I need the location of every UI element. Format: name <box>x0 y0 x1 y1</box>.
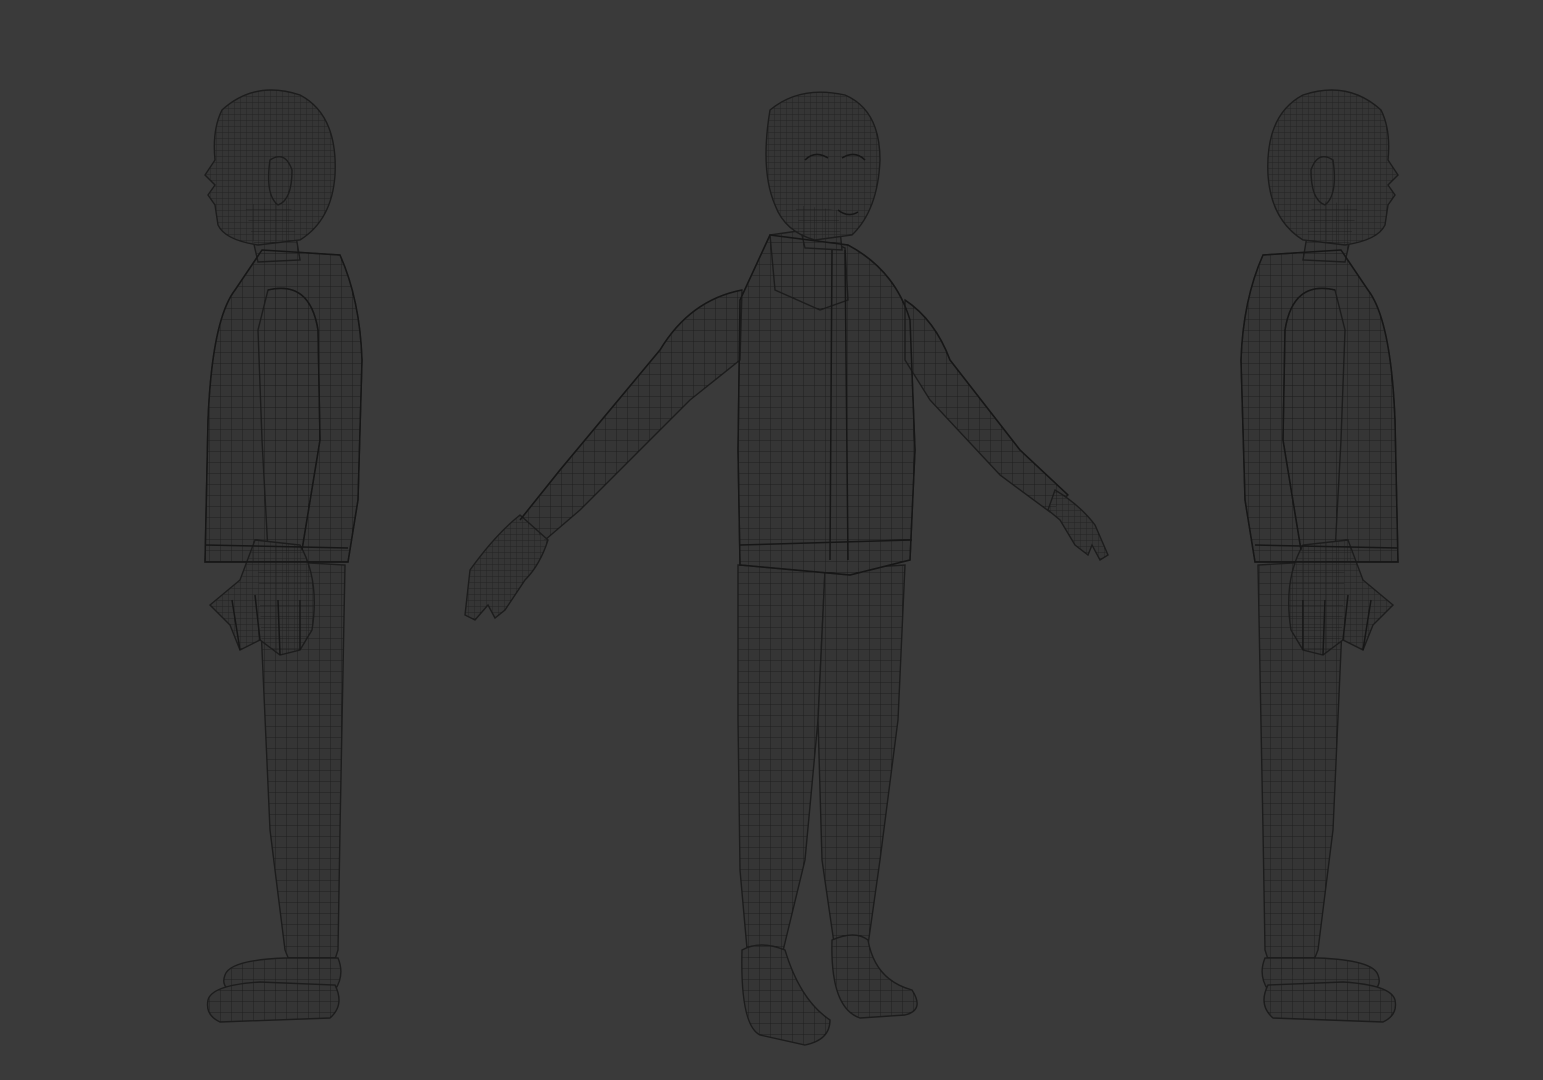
character-side-view-left[interactable] <box>204 89 363 1023</box>
wireframe-scene <box>204 89 1399 1046</box>
3d-viewport[interactable] <box>0 0 1543 1080</box>
character-front-view-center[interactable] <box>464 91 1109 1046</box>
character-side-view-right[interactable] <box>1240 89 1399 1023</box>
